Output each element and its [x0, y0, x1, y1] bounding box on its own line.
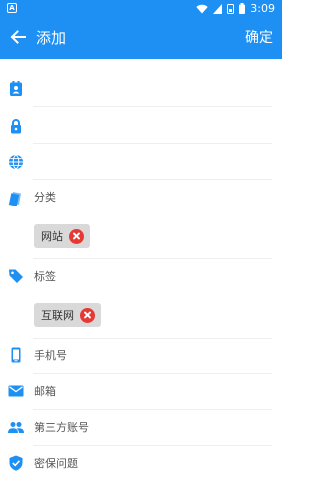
third-party-account-label[interactable]: 第三方账号 [34, 421, 89, 435]
tag-chip[interactable]: 互联网 [34, 303, 101, 327]
tag-icon [9, 269, 23, 283]
website-input[interactable] [33, 145, 272, 180]
status-bar: A 3:09 [0, 0, 282, 17]
app-bar: 添加 确定 [0, 17, 282, 59]
account-input[interactable] [33, 72, 272, 107]
phone-label[interactable]: 手机号 [34, 349, 67, 363]
tags-label: 标签 [34, 270, 56, 283]
divider [33, 258, 272, 259]
divider [33, 409, 272, 410]
lock-icon [11, 119, 21, 134]
phone-icon [11, 347, 21, 363]
mail-icon [8, 385, 24, 397]
battery-icon [239, 3, 246, 14]
security-question-label[interactable]: 密保问题 [34, 457, 78, 471]
wifi-icon [196, 4, 208, 13]
globe-icon [9, 154, 23, 170]
password-field-row [0, 109, 282, 145]
tag-chip-text: 互联网 [41, 309, 74, 322]
website-field-row [0, 145, 282, 181]
divider [33, 445, 272, 446]
divider [33, 338, 272, 339]
people-icon [8, 422, 24, 433]
email-label[interactable]: 邮箱 [34, 385, 56, 399]
status-time: 3:09 [250, 2, 275, 15]
sim-icon [227, 3, 235, 14]
account-field-row [0, 72, 282, 108]
page-title: 添加 [36, 29, 67, 47]
shield-icon [9, 455, 23, 471]
password-input[interactable] [33, 109, 272, 144]
tag-stack-icon [8, 192, 21, 206]
category-chip-text: 网站 [41, 230, 63, 243]
contact-card-icon [10, 81, 22, 96]
status-icons: 3:09 [196, 1, 275, 16]
divider [33, 373, 272, 374]
remove-tag-icon[interactable] [80, 307, 95, 323]
app-a-icon: A [7, 3, 17, 13]
back-arrow-icon[interactable] [8, 27, 28, 47]
category-label: 分类 [34, 191, 56, 204]
confirm-button[interactable]: 确定 [245, 28, 273, 48]
remove-category-icon[interactable] [69, 228, 84, 244]
category-chip[interactable]: 网站 [34, 224, 90, 248]
signal-icon [213, 3, 223, 14]
